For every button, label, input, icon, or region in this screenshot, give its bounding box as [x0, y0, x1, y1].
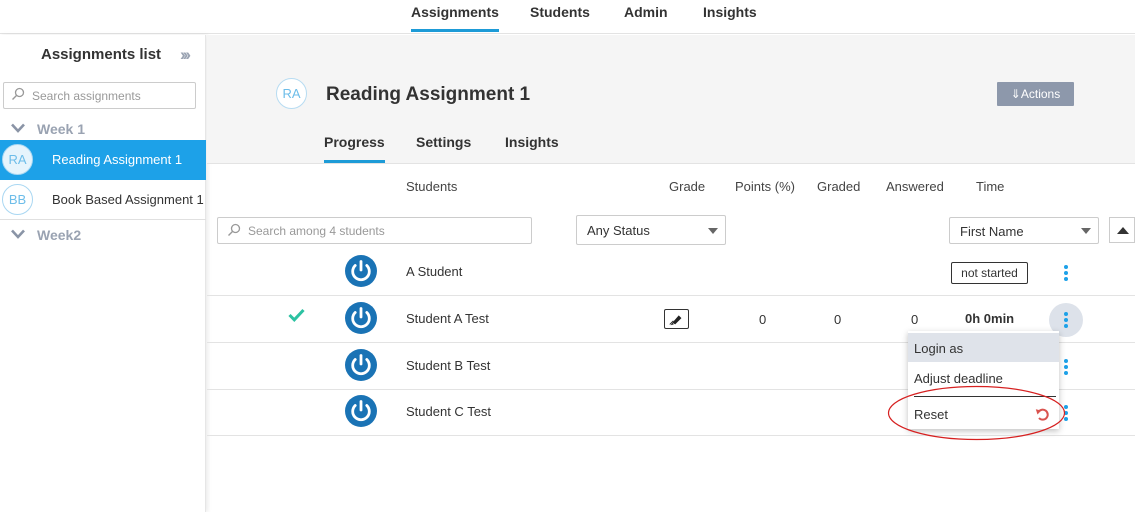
power-icon: [345, 302, 377, 334]
power-icon: [345, 395, 377, 427]
caret-up-icon: [1117, 227, 1129, 234]
search-icon: [228, 223, 241, 236]
sort-field-value: First Name: [960, 224, 1024, 239]
sort-direction-button[interactable]: [1109, 217, 1135, 243]
assignment-avatar: BB: [2, 184, 33, 215]
more-options-icon[interactable]: [1049, 256, 1083, 290]
column-header-graded: Graded: [817, 179, 861, 194]
divider: [0, 219, 206, 220]
tab-progress[interactable]: Progress: [324, 134, 385, 163]
assignment-search-field[interactable]: [3, 82, 196, 109]
menu-item-label: Login as: [914, 341, 964, 356]
table-row[interactable]: A Student not started: [207, 249, 1135, 296]
page-title: Reading Assignment 1: [326, 84, 531, 105]
student-name[interactable]: A Student: [406, 264, 462, 279]
tab-assignments[interactable]: Assignments: [411, 4, 499, 32]
week-group-1[interactable]: Week 1: [0, 119, 206, 141]
column-header-grade: Grade: [669, 179, 706, 194]
time-value: 0h 0min: [965, 311, 1015, 326]
points-value: 0: [759, 312, 767, 327]
top-navigation: Assignments Students Admin Insights: [0, 0, 1135, 34]
student-search-input[interactable]: [248, 222, 518, 240]
sidebar-item-book-based-assignment-1[interactable]: BB Book Based Assignment 1: [0, 180, 206, 220]
tab-insights[interactable]: Insights: [703, 4, 757, 32]
menu-item-login-as[interactable]: Login as: [908, 333, 1059, 362]
student-name[interactable]: Student A Test: [406, 311, 489, 326]
tab-settings[interactable]: Settings: [416, 134, 471, 163]
column-header-points: Points (%): [735, 179, 795, 194]
status-filter-select[interactable]: Any Status: [576, 215, 726, 245]
annotation-ellipse: [887, 385, 1066, 441]
assignment-avatar: RA: [276, 78, 307, 109]
answered-value: 0: [911, 312, 919, 327]
assignment-header: RA Reading Assignment 1 ⇓Actions Progres…: [207, 35, 1135, 164]
pen-icon: [669, 315, 682, 326]
graded-value: 0: [834, 312, 842, 327]
column-header-students: Students: [406, 179, 458, 194]
menu-item-label: Adjust deadline: [914, 371, 1003, 386]
grade-pen-icon[interactable]: [664, 309, 689, 329]
search-icon: [12, 87, 25, 100]
student-name[interactable]: Student C Test: [406, 404, 491, 419]
week-label: Week 1: [37, 121, 85, 137]
sort-field-select[interactable]: First Name: [949, 217, 1099, 244]
student-name[interactable]: Student B Test: [406, 358, 490, 373]
chevron-down-icon: [11, 229, 25, 239]
sidebar-item-label: Book Based Assignment 1: [52, 192, 204, 207]
chevron-down-icon: [11, 123, 25, 133]
sidebar-header: Assignments list ›››: [0, 35, 206, 75]
tab-students[interactable]: Students: [530, 4, 590, 32]
column-header-answered: Answered: [886, 179, 944, 194]
double-chevron-right-icon[interactable]: ›››: [180, 45, 191, 65]
power-icon: [345, 349, 377, 381]
assignments-sidebar: Assignments list ››› Week 1 RA Reading A…: [0, 35, 206, 512]
tab-insights[interactable]: Insights: [505, 134, 559, 163]
sidebar-item-label: Reading Assignment 1: [52, 152, 183, 167]
assignment-avatar: RA: [2, 144, 33, 175]
week-label: Week2: [37, 227, 82, 243]
power-icon: [345, 255, 377, 287]
caret-down-icon: [708, 228, 718, 234]
status-badge: not started: [951, 262, 1028, 284]
assignment-search-input[interactable]: [32, 86, 190, 105]
week-group-2[interactable]: Week2: [0, 225, 206, 247]
sidebar-item-reading-assignment-1[interactable]: RA Reading Assignment 1: [0, 140, 206, 180]
tab-admin[interactable]: Admin: [624, 4, 668, 32]
checkmark-icon: [288, 308, 305, 322]
column-header-time: Time: [976, 179, 1005, 194]
status-filter-value: Any Status: [587, 223, 650, 238]
caret-down-icon: [1081, 228, 1091, 234]
actions-button[interactable]: ⇓Actions: [997, 82, 1074, 106]
sidebar-title: Assignments list: [41, 46, 162, 63]
student-search-field[interactable]: [217, 217, 532, 244]
